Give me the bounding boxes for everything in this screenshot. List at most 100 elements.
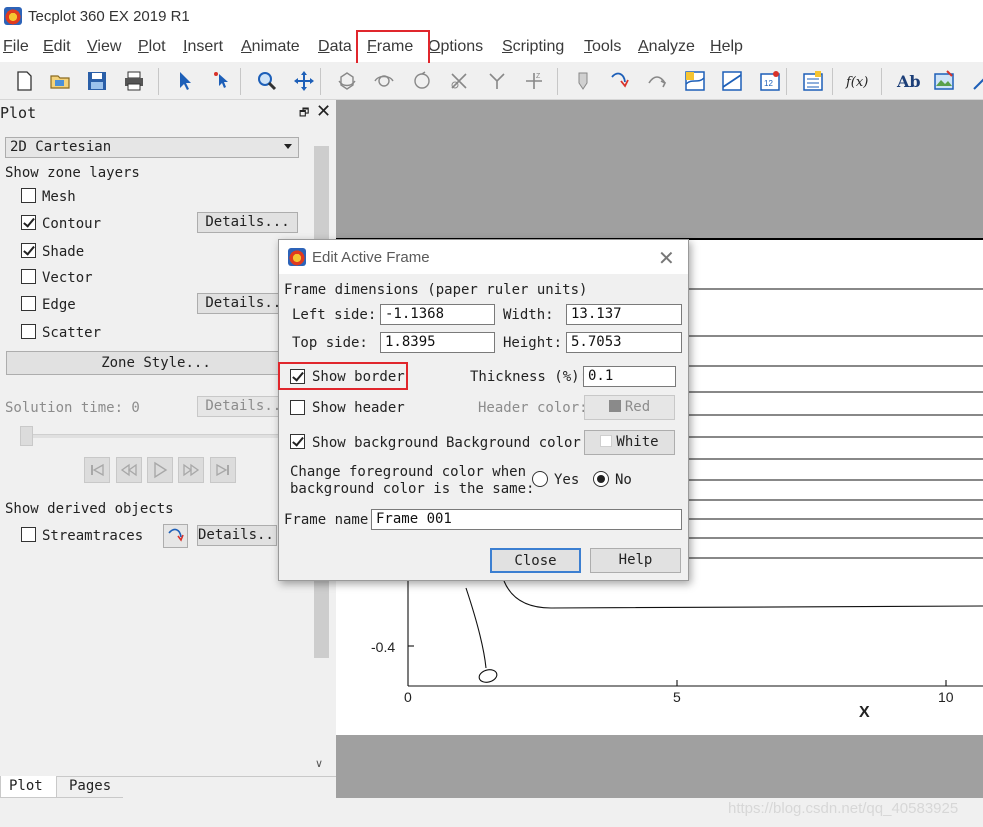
streamtrace-tool-button[interactable] — [606, 67, 634, 95]
contour-checkbox[interactable] — [21, 215, 36, 230]
contour-add-tool-button[interactable] — [681, 67, 709, 95]
select-pointer-tool-button[interactable] — [171, 67, 199, 95]
frame-name-input[interactable]: Frame 001 — [371, 509, 682, 530]
image-tool-button[interactable] — [930, 67, 958, 95]
vector-checkbox[interactable] — [21, 269, 36, 284]
toolbar-separator — [158, 68, 159, 95]
menu-label: lot — [148, 38, 166, 55]
rotate-z-tool-button[interactable]: Z — [520, 67, 548, 95]
tab-pages[interactable]: Pages — [57, 776, 123, 798]
skip-last-button[interactable] — [210, 457, 236, 483]
scatter-checkbox[interactable] — [21, 324, 36, 339]
menu-tools[interactable]: Tools — [584, 38, 621, 56]
fg-change-yes-radio[interactable] — [532, 471, 548, 487]
header-color-label: Header color: — [478, 400, 588, 416]
left-side-input[interactable]: -1.1368 — [380, 304, 495, 325]
close-button[interactable]: Close — [490, 548, 581, 573]
rotate-3d-tool-button[interactable] — [333, 67, 361, 95]
step-back-button[interactable] — [116, 457, 142, 483]
header-color-button[interactable]: Red — [584, 395, 675, 420]
step-back-icon — [120, 463, 137, 477]
slice-tool-button[interactable] — [643, 67, 671, 95]
streamtrace-tool-button[interactable] — [163, 524, 188, 548]
rotate-y-tool-button[interactable] — [483, 67, 511, 95]
menu-plot[interactable]: Plot — [138, 38, 166, 56]
vector-label: Vector — [42, 270, 93, 286]
fg-change-no-radio[interactable] — [593, 471, 609, 487]
menu-data[interactable]: Data — [318, 38, 352, 56]
height-label: Height: — [503, 335, 563, 351]
x-tick-label: 0 — [404, 689, 412, 705]
streamtraces-checkbox[interactable] — [21, 527, 36, 542]
thickness-input[interactable]: 0.1 — [583, 366, 676, 387]
menu-mnemonic: S — [502, 38, 513, 55]
menu-analyze[interactable]: Analyze — [638, 38, 695, 56]
translate-tool-button[interactable] — [290, 67, 318, 95]
menu-mnemonic: D — [318, 38, 330, 55]
menu-view[interactable]: View — [87, 38, 121, 56]
skip-last-icon — [216, 463, 229, 477]
top-side-label: Top side: — [292, 335, 368, 351]
menu-label: nalyze — [648, 38, 695, 55]
step-forward-icon — [183, 463, 200, 477]
scroll-down-icon[interactable]: ∨ — [315, 757, 323, 770]
adjustor-tool-button[interactable] — [209, 67, 237, 95]
edge-checkbox[interactable] — [21, 296, 36, 311]
menu-insert[interactable]: Insert — [183, 38, 223, 56]
equation-tool-button[interactable]: f(x) — [842, 67, 870, 95]
close-panel-icon[interactable]: ✕ — [316, 101, 331, 122]
menu-edit[interactable]: Edit — [43, 38, 71, 56]
show-header-checkbox[interactable] — [290, 400, 305, 415]
x-tick-label: 10 — [938, 689, 954, 705]
mesh-checkbox[interactable] — [21, 188, 36, 203]
spherical-rotate-tool-button[interactable] — [408, 67, 436, 95]
tab-plot[interactable]: Plot — [0, 776, 57, 798]
show-header-label: Show header — [312, 400, 405, 416]
top-side-input[interactable]: 1.8395 — [380, 332, 495, 353]
menu-file[interactable]: File — [3, 38, 29, 56]
probe-tool-button[interactable] — [569, 67, 597, 95]
line-tool-button[interactable] — [968, 67, 983, 95]
height-input[interactable]: 5.7053 — [566, 332, 682, 353]
data-edit-tool-button[interactable] — [799, 67, 827, 95]
plot-type-select[interactable]: 2D Cartesian — [5, 137, 299, 158]
menu-scripting[interactable]: Scripting — [502, 38, 564, 56]
contour-details-button[interactable]: Details... — [197, 212, 298, 233]
background-color-button[interactable]: White — [584, 430, 675, 455]
slice-icon — [648, 76, 667, 88]
open-tool-button[interactable] — [46, 67, 74, 95]
menu-help[interactable]: Help — [710, 38, 743, 56]
rotate-x-icon — [451, 73, 467, 89]
zoom-tool-button[interactable] — [253, 67, 281, 95]
show-background-checkbox[interactable] — [290, 434, 305, 449]
streamtraces-details-button[interactable]: Details... — [197, 525, 277, 546]
close-icon[interactable]: ✕ — [658, 246, 675, 271]
new-layout-tool-button[interactable] — [10, 67, 38, 95]
tecplot-app-icon — [4, 7, 22, 25]
save-tool-button[interactable] — [83, 67, 111, 95]
help-button[interactable]: Help — [590, 548, 681, 573]
menu-label: nsert — [187, 38, 224, 55]
menu-mnemonic: A — [638, 38, 649, 55]
skip-first-button[interactable] — [84, 457, 110, 483]
contour-label: Contour — [42, 216, 102, 232]
text-tool-button[interactable]: Ab — [894, 67, 922, 95]
contour-labels-tool-button[interactable]: 12 — [756, 67, 784, 95]
width-input[interactable]: 13.137 — [566, 304, 682, 325]
rotate-x-tool-button[interactable] — [445, 67, 473, 95]
step-forward-button[interactable] — [178, 457, 204, 483]
play-button[interactable] — [147, 457, 173, 483]
time-slider-track[interactable] — [20, 434, 310, 438]
time-slider-thumb[interactable] — [20, 426, 33, 446]
contour-remove-tool-button[interactable] — [718, 67, 746, 95]
svg-text:Ab: Ab — [896, 72, 920, 91]
skip-first-icon — [91, 463, 104, 477]
menu-options[interactable]: Options — [428, 38, 483, 56]
zone-style-button[interactable]: Zone Style... — [6, 351, 306, 375]
x-axis-label: X — [859, 704, 870, 721]
float-panel-icon[interactable]: 🗗 — [299, 104, 309, 123]
print-tool-button[interactable] — [120, 67, 148, 95]
shade-checkbox[interactable] — [21, 243, 36, 258]
rollerball-tool-button[interactable] — [370, 67, 398, 95]
menu-animate[interactable]: Animate — [241, 38, 300, 56]
